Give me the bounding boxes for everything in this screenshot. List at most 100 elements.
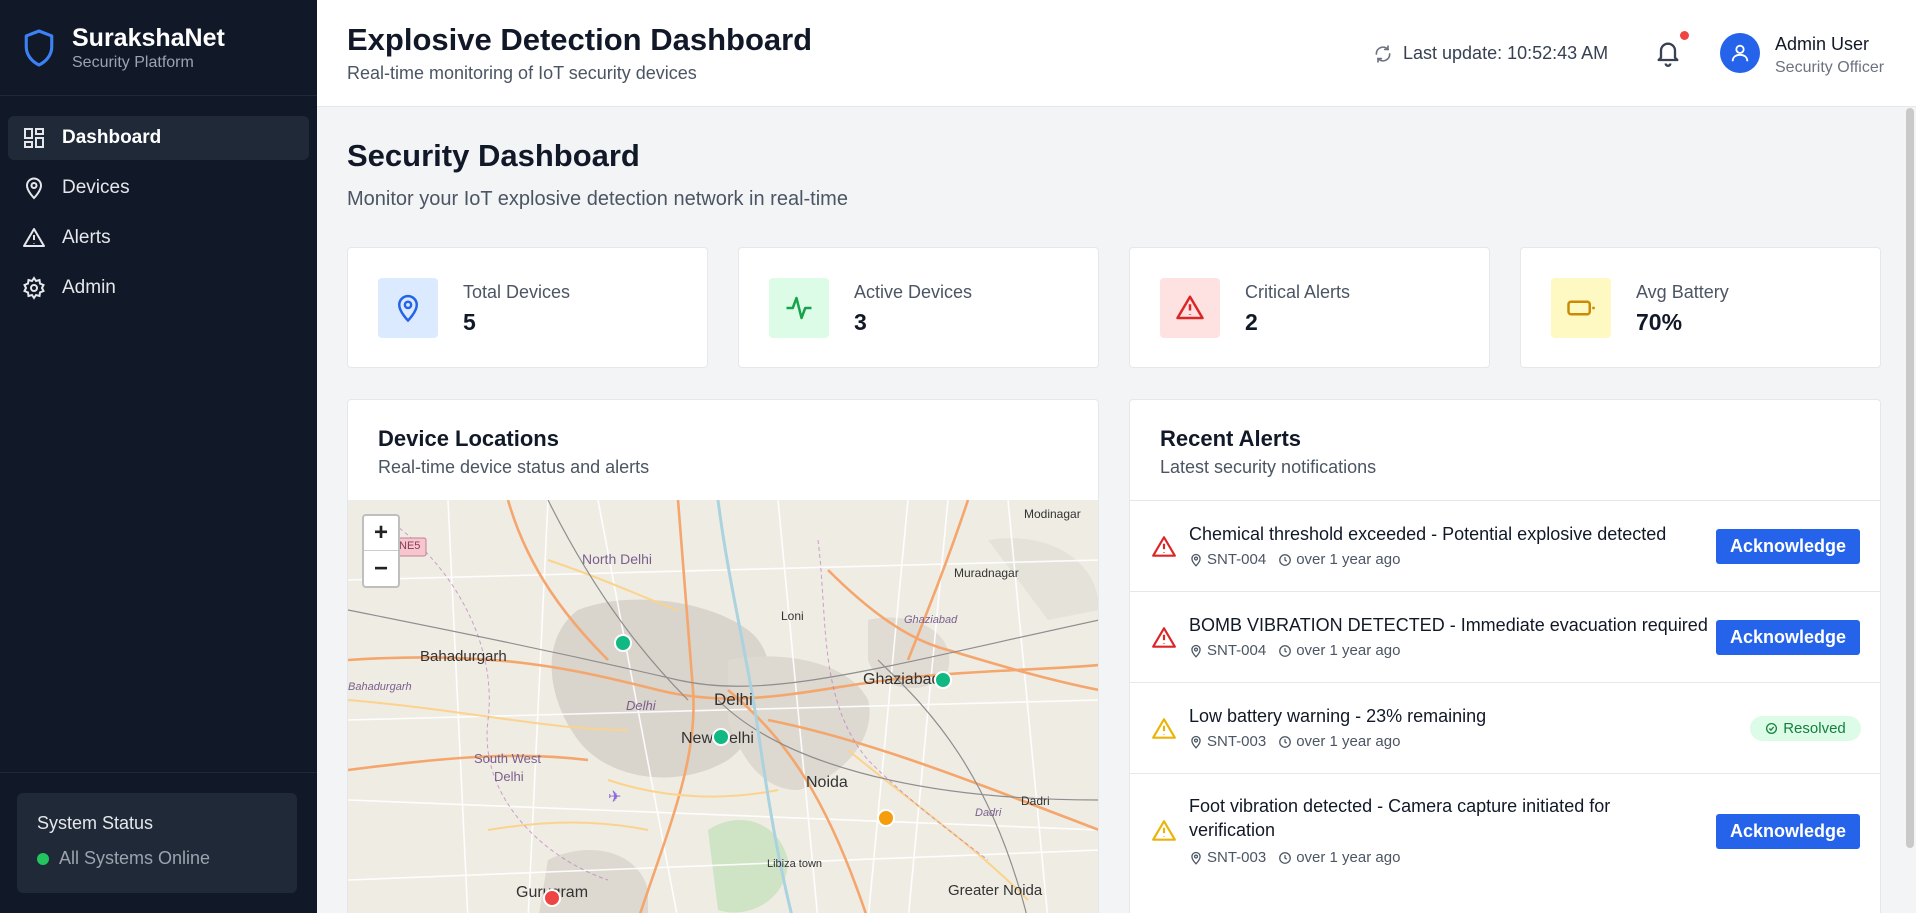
alert-item: Foot vibration detected - Camera capture… [1130,773,1880,890]
stat-icon-box [1160,278,1220,338]
alert-meta: SNT-003 over 1 year ago [1189,849,1400,866]
alert-triangle-icon [1152,627,1176,648]
zoom-in-button[interactable]: + [364,516,398,551]
sidebar-item-devices[interactable]: Devices [8,166,309,210]
sidebar-item-dashboard[interactable]: Dashboard [8,116,309,160]
last-update-text: Last update: 10:52:43 AM [1403,43,1609,63]
map-label-loni: Loni [781,609,804,623]
sidebar-item-label: Admin [62,277,116,298]
alert-device: SNT-003 [1207,849,1267,866]
notification-dot [1680,31,1689,40]
device-marker[interactable] [712,728,730,746]
device-marker[interactable] [934,671,952,689]
map-pin-icon [1191,553,1201,567]
page-header-subtitle: Real-time monitoring of IoT security dev… [347,63,697,83]
alert-item: BOMB VIBRATION DETECTED - Immediate evac… [1130,591,1880,682]
stat-icon-box [769,278,829,338]
system-status-box: System Status All Systems Online [17,793,297,893]
acknowledge-button[interactable]: Acknowledge [1716,529,1860,564]
dashboard-subtitle: Monitor your IoT explosive detection net… [347,188,848,210]
alert-meta: SNT-004 over 1 year ago [1189,642,1400,659]
alert-time: over 1 year ago [1296,642,1401,659]
map-zoom-control: + − [362,514,400,588]
alert-message: BOMB VIBRATION DETECTED - Immediate evac… [1189,615,1708,635]
stat-value: 5 [463,309,476,335]
main-content: Security Dashboard Monitor your IoT expl… [317,107,1916,913]
sidebar-item-admin[interactable]: Admin [8,266,309,310]
alert-message: Foot vibration detected - Camera capture… [1189,796,1611,840]
sidebar-item-alerts[interactable]: Alerts [8,216,309,260]
refresh-icon [1375,44,1391,63]
stat-card-total-devices: Total Devices 5 [347,247,708,368]
map-label-muradnagar: Muradnagar [954,566,1019,580]
map-label-noida: Noida [806,774,848,791]
device-marker[interactable] [543,889,561,907]
sidebar-item-label: Devices [62,177,130,198]
map-label-ghaziabad: Ghaziabad [863,671,941,688]
alert-item: Chemical threshold exceeded - Potential … [1130,500,1880,591]
alert-triangle-icon [1152,536,1176,557]
last-update[interactable]: Last update: 10:52:43 AM [1373,43,1608,64]
clock-icon [1279,644,1292,657]
system-status-text: All Systems Online [59,848,211,868]
map-label-delhi: Delhi [714,690,753,709]
stat-card-active-devices: Active Devices 3 [738,247,1099,368]
brand-title: SurakshaNet [72,23,225,52]
system-status-section: System Status All Systems Online [0,772,317,913]
system-status-title: System Status [37,813,154,833]
map-label-delhi-small: Delhi [626,698,656,713]
map-label-ne5: NE5 [399,540,421,552]
device-locations-card: Device Locations Real-time device status… [347,399,1099,913]
system-status-indicator: All Systems Online [37,848,277,869]
clock-icon [1279,851,1292,864]
map-label-south-west-delhi-2: Delhi [494,769,524,784]
resolved-label: Resolved [1783,720,1846,737]
stat-icon-box [378,278,438,338]
map-label-north-delhi: North Delhi [582,551,653,567]
clock-icon [1279,553,1292,566]
device-map[interactable]: ✈ NE5 North Delhi Loni Modinagar Muradna… [348,500,1098,913]
alert-device: SNT-003 [1207,733,1267,750]
dashboard-title: Security Dashboard [347,138,640,173]
map-label-ghaziabad-small: Ghaziabad [904,614,958,626]
map-label-bahadurgarh-small: Bahadurgarh [348,681,412,693]
warning-triangle-icon [1152,820,1176,841]
alert-device: SNT-004 [1207,551,1267,568]
avatar[interactable] [1720,33,1760,73]
user-icon [1731,44,1749,62]
map-pin-icon [1191,644,1201,658]
device-marker[interactable] [877,809,895,827]
map-label-libiza: Libiza town [767,858,823,870]
stat-label: Avg Battery [1636,282,1729,302]
acknowledge-button[interactable]: Acknowledge [1716,814,1860,849]
battery-icon [1567,300,1595,316]
alert-time: over 1 year ago [1296,733,1401,750]
map-pin-icon [1191,851,1201,865]
top-header: Explosive Detection Dashboard Real-time … [317,0,1916,107]
stat-label: Total Devices [463,282,571,302]
sidebar-nav: Dashboard Devices Alerts Admin [0,96,317,310]
bell-icon[interactable] [1654,38,1682,68]
main-scrollbar[interactable] [1906,108,1914,848]
stat-card-avg-battery: Avg Battery 70% [1520,247,1881,368]
map-label-greater-noida: Greater Noida [948,882,1043,899]
sidebar-item-label: Alerts [62,227,111,248]
stat-value: 2 [1245,309,1258,335]
check-circle-icon [1766,722,1778,735]
alert-device: SNT-004 [1207,642,1267,659]
stat-icon-box [1551,278,1611,338]
alert-message: Chemical threshold exceeded - Potential … [1189,524,1667,544]
acknowledge-button[interactable]: Acknowledge [1716,620,1860,655]
gear-icon [23,276,45,300]
user-name: Admin User [1775,34,1870,54]
clock-icon [1279,735,1292,748]
status-dot [37,852,49,865]
alert-time: over 1 year ago [1296,849,1401,866]
alert-triangle-icon [23,228,45,247]
map-label-dadri-small: Dadri [975,807,1002,819]
device-marker[interactable] [614,634,632,652]
alert-message: Low battery warning - 23% remaining [1189,706,1487,726]
sidebar: SurakshaNet Security Platform Dashboard … [0,0,317,913]
brand[interactable]: SurakshaNet Security Platform [0,0,317,96]
zoom-out-button[interactable]: − [364,551,398,586]
